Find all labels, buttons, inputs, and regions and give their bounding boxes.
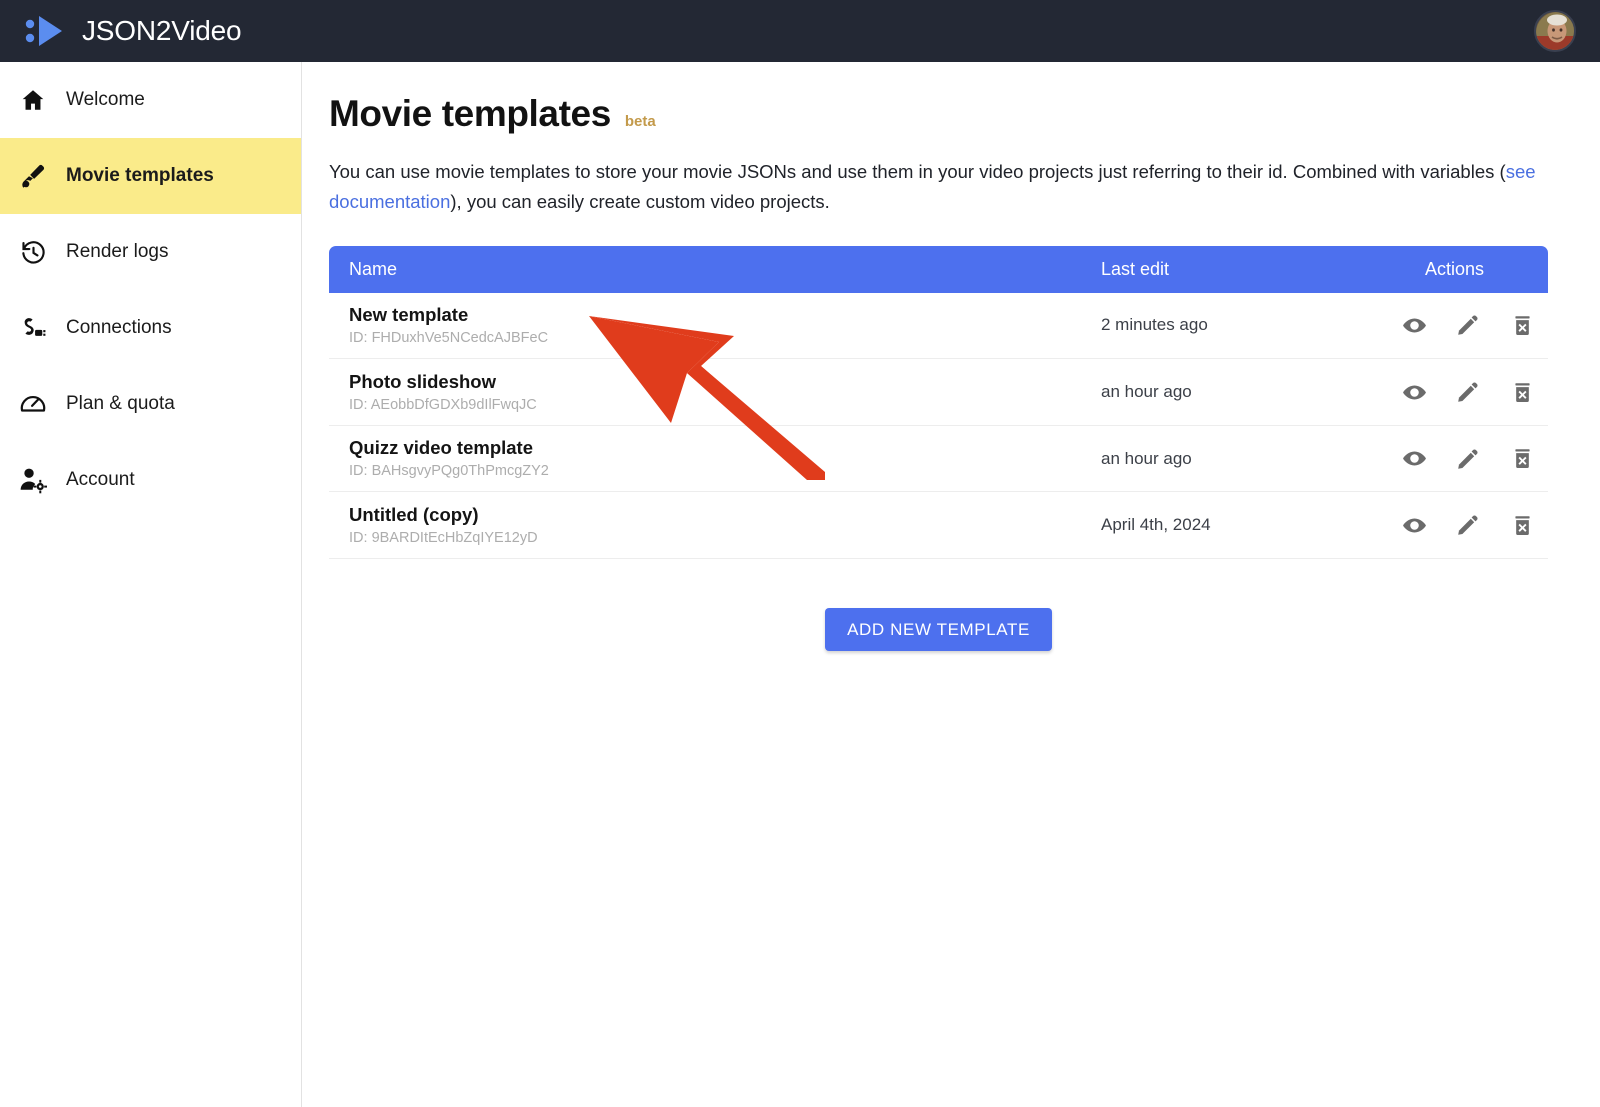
edit-button[interactable]	[1455, 512, 1481, 538]
sidebar-item-label: Plan & quota	[66, 393, 175, 414]
cell-actions	[1401, 512, 1547, 538]
main-content: Movie templates beta You can use movie t…	[303, 62, 1600, 1107]
sidebar-item-label: Movie templates	[66, 165, 214, 186]
sidebar-item-connections[interactable]: Connections	[0, 290, 301, 366]
id-prefix: ID:	[349, 530, 372, 547]
templates-table: Name Last edit Actions New template ID: …	[329, 245, 1548, 559]
cell-actions	[1401, 312, 1547, 338]
add-template-container: ADD NEW TEMPLATE	[329, 608, 1548, 651]
template-name: Quizz video template	[349, 437, 534, 459]
table-header-row: Name Last edit Actions	[329, 245, 1548, 293]
page-description-part1: You can use movie templates to store you…	[329, 160, 1506, 182]
view-button[interactable]	[1401, 312, 1427, 338]
brand[interactable]: JSON2Video	[24, 14, 242, 48]
template-id: ID: AEobbDfGDXb9dIlFwqJC	[349, 397, 1101, 414]
table-row[interactable]: New template ID: FHDuxhVe5NCedcAJBFeC 2 …	[329, 292, 1548, 360]
cell-name: Photo slideshow ID: AEobbDfGDXb9dIlFwqJC	[349, 370, 1101, 415]
id-prefix: ID:	[349, 330, 372, 347]
template-id: ID: FHDuxhVe5NCedcAJBFeC	[349, 330, 1101, 347]
sidebar-item-label: Render logs	[66, 241, 169, 262]
sidebar-item-label: Connections	[66, 317, 172, 338]
cell-last-edit: 2 minutes ago	[1101, 315, 1208, 335]
sidebar-item-movie-templates[interactable]: Movie templates	[0, 138, 301, 214]
cell-name: Untitled (copy) ID: 9BARDItEcHbZqIYE12yD	[349, 503, 1101, 548]
avatar[interactable]	[1534, 10, 1576, 52]
table-row[interactable]: Quizz video template ID: BAHsgvyPQg0ThPm…	[329, 425, 1548, 493]
column-header-name[interactable]: Name	[349, 259, 1101, 280]
delete-button[interactable]	[1509, 312, 1535, 338]
beta-badge: beta	[624, 112, 656, 130]
column-header-actions: Actions	[1424, 258, 1484, 279]
history-icon	[18, 237, 48, 267]
app-root: JSON2Video Welcome Movie templates Rende…	[0, 0, 1600, 1107]
view-button[interactable]	[1401, 512, 1427, 538]
page-description: You can use movie templates to store you…	[329, 157, 1546, 217]
cell-last-edit: April 4th, 2024	[1101, 515, 1211, 535]
id-value: AEobbDfGDXb9dIlFwqJC	[370, 396, 537, 413]
sidebar: Welcome Movie templates Render logs Conn…	[0, 62, 302, 1107]
cell-last-edit: an hour ago	[1101, 382, 1192, 402]
cell-name: Quizz video template ID: BAHsgvyPQg0ThPm…	[349, 436, 1101, 481]
view-button[interactable]	[1401, 379, 1427, 405]
table-row[interactable]: Untitled (copy) ID: 9BARDItEcHbZqIYE12yD…	[329, 492, 1548, 559]
view-button[interactable]	[1401, 446, 1427, 472]
sidebar-item-account[interactable]: Account	[0, 442, 301, 518]
cell-actions	[1401, 446, 1547, 472]
edit-button[interactable]	[1455, 379, 1481, 405]
cell-last-edit: an hour ago	[1101, 448, 1192, 468]
edit-button[interactable]	[1455, 312, 1481, 338]
id-value: 9BARDItEcHbZqIYE12yD	[371, 530, 538, 547]
cell-name: New template ID: FHDuxhVe5NCedcAJBFeC	[349, 303, 1101, 348]
page-title: Movie templates	[329, 93, 611, 134]
user-gear-icon	[18, 465, 48, 495]
delete-button[interactable]	[1509, 446, 1535, 472]
id-value: FHDuxhVe5NCedcAJBFeC	[371, 330, 549, 347]
edit-button[interactable]	[1455, 446, 1481, 472]
template-id: ID: BAHsgvyPQg0ThPmcgZY2	[349, 463, 1101, 480]
plug-icon	[18, 313, 48, 343]
template-name: New template	[349, 304, 469, 326]
id-prefix: ID:	[349, 463, 372, 480]
column-header-last-edit[interactable]: Last edit	[1101, 259, 1401, 280]
template-name: Untitled (copy)	[349, 503, 479, 525]
table-row[interactable]: Photo slideshow ID: AEobbDfGDXb9dIlFwqJC…	[329, 359, 1548, 426]
delete-button[interactable]	[1509, 512, 1535, 538]
sidebar-item-plan-quota[interactable]: Plan & quota	[0, 366, 301, 442]
cell-actions	[1401, 379, 1547, 405]
home-icon	[18, 85, 48, 115]
top-bar: JSON2Video	[0, 0, 1600, 62]
brand-title: JSON2Video	[82, 15, 242, 46]
sidebar-item-label: Welcome	[66, 89, 145, 110]
add-new-template-button[interactable]: ADD NEW TEMPLATE	[825, 608, 1052, 651]
sidebar-item-render-logs[interactable]: Render logs	[0, 214, 301, 290]
play-triangle-logo-icon	[24, 14, 66, 48]
id-prefix: ID:	[349, 396, 371, 413]
template-name: Photo slideshow	[349, 370, 496, 392]
delete-button[interactable]	[1509, 379, 1535, 405]
id-value: BAHsgvyPQg0ThPmcgZY2	[371, 463, 549, 480]
template-id: ID: 9BARDItEcHbZqIYE12yD	[349, 530, 1101, 547]
sidebar-item-welcome[interactable]: Welcome	[0, 62, 301, 138]
sidebar-item-label: Account	[66, 469, 135, 490]
page-header: Movie templates beta	[329, 93, 1546, 135]
page-description-part2: ), you can easily create custom video pr…	[450, 190, 830, 212]
brush-icon	[18, 161, 48, 191]
gauge-icon	[18, 389, 48, 419]
